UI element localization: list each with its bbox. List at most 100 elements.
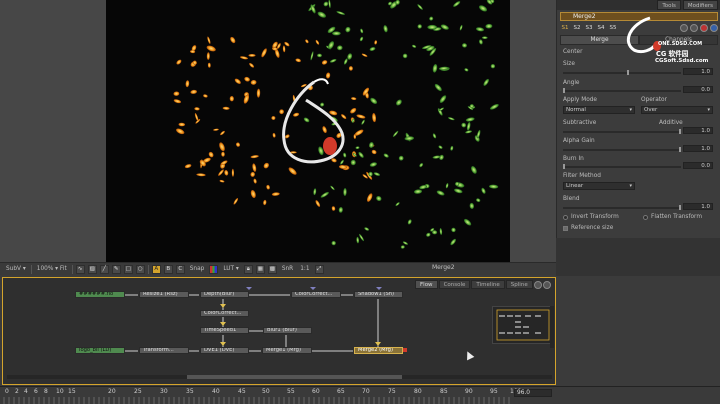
snr-button[interactable]: SnR	[280, 264, 295, 274]
subtractive-additive-field[interactable]: 1.0	[683, 127, 713, 134]
center-label: Center	[563, 49, 583, 55]
angle-slider[interactable]	[563, 88, 681, 93]
timeline-ticks	[3, 397, 510, 404]
slot-3-button[interactable]: S3	[584, 25, 594, 31]
alpha-gain-field[interactable]: 1.0	[683, 145, 713, 152]
zoom-dropdown[interactable]: 100% ▾ Fit	[35, 264, 69, 274]
tab-tools[interactable]: Tools	[657, 0, 681, 10]
invert-transform-label: Invert Transform	[571, 214, 619, 220]
timeline-tick-label: 75	[388, 388, 396, 395]
burn-in-field[interactable]: 0.0	[683, 162, 713, 169]
timeline-tick-label: 35	[186, 388, 194, 395]
flow-node-transform[interactable]: Transform...	[139, 347, 189, 354]
polyline-icon[interactable]: ╱	[99, 264, 109, 274]
flow-hscroll[interactable]	[7, 375, 552, 379]
subview-dropdown[interactable]: SubV ▾	[4, 264, 28, 274]
color-channel-icon[interactable]	[209, 264, 219, 274]
operator-value: Over	[644, 107, 658, 113]
flow-node-colorcorrect-2[interactable]: ColorCorrect...	[200, 310, 249, 317]
viewer-image[interactable]	[106, 0, 510, 262]
filter-method-label: Filter Method	[563, 173, 601, 179]
current-frame-field[interactable]: 96.0	[514, 389, 552, 397]
slot-5-button[interactable]: S5	[608, 25, 618, 31]
flow-node-logo-loader[interactable]: logo_bll (LD)	[75, 347, 125, 354]
timeline-tick-label: 70	[362, 388, 370, 395]
flow-node-resize[interactable]: Resize1 (Rsz)	[139, 291, 189, 298]
reference-size-label: Reference size	[571, 225, 614, 231]
fusion-app: SubV ▾ 100% ▾ Fit ∿ ▨ ╱ ✎ □ ○ A B C Snap…	[0, 0, 720, 404]
filter-method-dropdown[interactable]: Linear ▾	[563, 182, 635, 190]
watermark-url: ONE.SDSD.COM	[658, 41, 703, 47]
inspector-tabs: Tools Modifiers	[557, 0, 720, 10]
flow-node-dve[interactable]: DVE1 (DVE)	[200, 347, 249, 354]
output-port[interactable]	[403, 348, 407, 352]
flow-node-shadow[interactable]: Shadow1 (Sh)	[354, 291, 403, 298]
chevron-down-icon: ▾	[629, 183, 632, 189]
flow-navigator[interactable]	[492, 306, 552, 344]
burn-in-slider[interactable]	[563, 164, 681, 169]
flow-node-merge1[interactable]: Merge1 (Mrg)	[262, 347, 312, 354]
tab-modifiers[interactable]: Modifiers	[682, 0, 718, 10]
ratio-button[interactable]: 1:1	[298, 264, 311, 274]
flow-vscroll[interactable]	[550, 306, 554, 348]
divider	[71, 264, 73, 274]
chat-icon[interactable]	[542, 281, 551, 289]
rectangle-icon[interactable]: □	[123, 264, 133, 274]
invert-transform-checkbox[interactable]: Invert Transform	[563, 214, 619, 220]
tab-flow[interactable]: Flow	[415, 280, 438, 289]
c-buffer-button[interactable]: C	[175, 264, 185, 274]
apply-mode-dropdown[interactable]: Normal ▾	[563, 106, 635, 114]
timeline-tick-label: 10	[56, 388, 64, 395]
watermark-site: CGSoft.Sdsd.com	[655, 58, 709, 64]
flow-node-depth-blur[interactable]: Depth(Blur)	[200, 291, 249, 298]
reference-size-checkbox[interactable]: Reference size	[563, 225, 613, 231]
ellipse-icon[interactable]: ○	[135, 264, 145, 274]
tab-console[interactable]: Console	[438, 280, 471, 289]
flow-panel[interactable]: ######.flo Resize1 (Rsz) Depth(Blur) Col…	[2, 277, 556, 385]
flatten-transform-checkbox[interactable]: Flatten Transform	[643, 214, 702, 220]
lock-icon[interactable]: 🔒︎	[243, 264, 253, 274]
slot-1-button[interactable]: S1	[560, 25, 570, 31]
flow-tabs: Flow Console Timeline Spline	[415, 280, 551, 289]
subtractive-additive-slider[interactable]	[563, 129, 681, 134]
fullscreen-icon[interactable]: ⤢	[314, 264, 324, 274]
flow-node-timespeed[interactable]: TimeSpeed1	[200, 327, 249, 334]
curve-tool-icon[interactable]: ∿	[75, 264, 85, 274]
slot-4-button[interactable]: S4	[596, 25, 606, 31]
tab-timeline[interactable]: Timeline	[471, 280, 505, 289]
flow-node-merge2[interactable]: Merge2 (Mrg)	[354, 347, 403, 354]
checker-icon[interactable]: ▩	[267, 264, 277, 274]
paint-icon[interactable]: ✎	[111, 264, 121, 274]
info-icon[interactable]	[533, 281, 542, 289]
timeline-tick-label: 45	[238, 388, 246, 395]
operator-dropdown[interactable]: Over ▾	[641, 106, 713, 114]
watermark-title: CG 软件园	[656, 50, 689, 58]
apply-mode-value: Normal	[566, 107, 586, 113]
b-buffer-button[interactable]: B	[163, 264, 173, 274]
flow-node-colorcorrect-1[interactable]: ColorCorrect...	[291, 291, 341, 298]
flow-node-blur[interactable]: Blur1 (Blur)	[263, 327, 312, 334]
logo-red-dot	[323, 137, 337, 155]
timeline-ruler[interactable]: 0 2 4 6 8 10 15 20 25 30 35 40 45 50 55 60 65 70 75 80 85 90 9…	[0, 386, 720, 404]
roi-icon[interactable]: ▦	[255, 264, 265, 274]
additive-label: Additive	[659, 120, 683, 126]
chevron-down-icon: ▾	[629, 107, 632, 113]
angle-field[interactable]: 0.0	[683, 86, 713, 93]
a-buffer-button[interactable]: A	[151, 264, 161, 274]
info-icon[interactable]	[710, 24, 718, 32]
timeline-tick-label: 40	[212, 388, 220, 395]
slot-2-button[interactable]: S2	[572, 25, 582, 31]
lut-dropdown[interactable]: LUT ▾	[221, 264, 240, 274]
size-label: Size	[563, 61, 575, 67]
snap-button[interactable]: Snap	[188, 264, 207, 274]
flow-node-loader[interactable]: ######.flo	[75, 291, 125, 298]
alpha-gain-slider[interactable]	[563, 147, 681, 152]
scroll-thumb[interactable]	[187, 375, 402, 379]
blend-slider[interactable]	[563, 205, 681, 210]
divider	[147, 264, 149, 274]
tab-spline[interactable]: Spline	[505, 280, 533, 289]
rect-select-icon[interactable]: ▨	[87, 264, 97, 274]
checkbox-icon	[643, 214, 648, 220]
blend-field[interactable]: 1.0	[683, 203, 713, 210]
size-slider[interactable]	[563, 70, 681, 75]
